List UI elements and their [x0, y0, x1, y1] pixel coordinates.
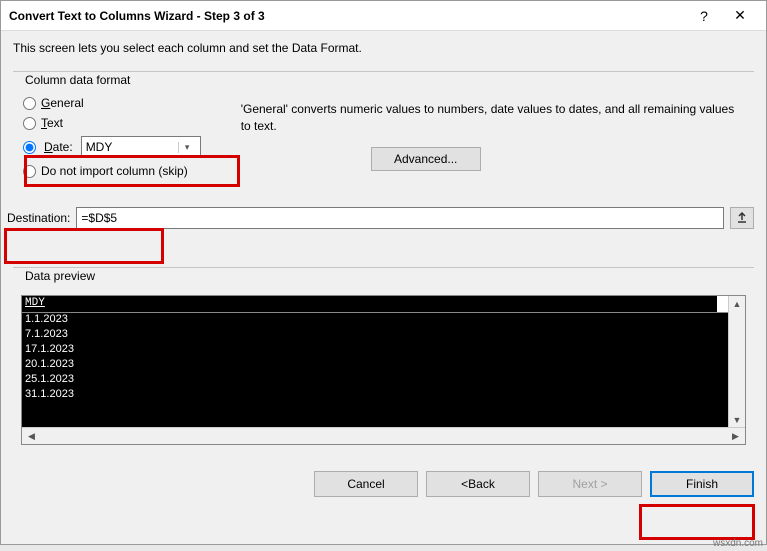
next-button: Next >: [538, 471, 642, 497]
format-legend: Column data format: [21, 73, 134, 87]
advanced-button[interactable]: Advanced...: [371, 147, 481, 171]
preview-row: 17.1.2023: [25, 343, 742, 358]
radio-skip-label: Do not import column (skip): [41, 164, 188, 178]
data-preview-section: Data preview MDY 1.1.2023 7.1.2023 17.1.…: [13, 259, 754, 453]
preview-column-header[interactable]: MDY: [22, 296, 717, 312]
preview-row: 31.1.2023: [25, 388, 742, 403]
radio-skip-input[interactable]: [23, 165, 36, 178]
preview-legend: Data preview: [21, 269, 99, 283]
column-format-fieldset: Column data format General Text Date:: [13, 63, 754, 189]
radio-text[interactable]: Text: [21, 113, 201, 133]
date-format-combo[interactable]: MDY ▾: [81, 136, 201, 158]
button-row: Cancel < Back Next > Finish: [13, 471, 754, 497]
radio-text-input[interactable]: [23, 117, 36, 130]
radio-general[interactable]: General: [21, 93, 201, 113]
format-description-column: 'General' converts numeric values to num…: [241, 89, 746, 181]
format-radio-group: General Text Date: MDY ▾: [21, 89, 201, 181]
titlebar: Convert Text to Columns Wizard - Step 3 …: [1, 1, 766, 31]
date-format-value: MDY: [86, 140, 113, 154]
scroll-down-icon[interactable]: ▼: [730, 412, 745, 427]
chevron-down-icon: ▾: [178, 142, 196, 153]
scroll-left-icon[interactable]: ◀: [24, 429, 39, 444]
collapse-icon: [736, 212, 748, 224]
dialog-title: Convert Text to Columns Wizard - Step 3 …: [9, 9, 686, 23]
preview-vertical-scrollbar[interactable]: ▲ ▼: [728, 296, 745, 427]
preview-row: 20.1.2023: [25, 358, 742, 373]
preview-row: 25.1.2023: [25, 373, 742, 388]
radio-date[interactable]: Date: MDY ▾: [21, 133, 201, 161]
radio-general-input[interactable]: [23, 97, 36, 110]
wizard-dialog: Convert Text to Columns Wizard - Step 3 …: [0, 0, 767, 545]
preview-box: MDY 1.1.2023 7.1.2023 17.1.2023 20.1.202…: [21, 295, 746, 445]
destination-label: Destination:: [7, 211, 70, 225]
dialog-body: This screen lets you select each column …: [1, 31, 766, 509]
destination-row: Destination:: [7, 207, 754, 229]
preview-row: 7.1.2023: [25, 328, 742, 343]
scroll-up-icon[interactable]: ▲: [730, 296, 745, 311]
back-button[interactable]: < Back: [426, 471, 530, 497]
radio-general-label: General: [41, 96, 84, 110]
preview-content: 1.1.2023 7.1.2023 17.1.2023 20.1.2023 25…: [22, 313, 745, 427]
instruction-text: This screen lets you select each column …: [13, 41, 754, 55]
format-description: 'General' converts numeric values to num…: [241, 101, 736, 135]
destination-input[interactable]: [76, 207, 724, 229]
radio-text-label: Text: [41, 116, 63, 130]
preview-row: 1.1.2023: [25, 313, 742, 328]
close-button[interactable]: ✕: [722, 2, 758, 30]
preview-header-row[interactable]: MDY: [22, 296, 745, 313]
help-button[interactable]: ?: [686, 2, 722, 30]
cancel-button[interactable]: Cancel: [314, 471, 418, 497]
scroll-right-icon[interactable]: ▶: [728, 429, 743, 444]
watermark: wsxdn.com: [713, 538, 763, 549]
radio-date-input[interactable]: [23, 141, 36, 154]
radio-date-label: Date:: [44, 140, 73, 154]
radio-skip[interactable]: Do not import column (skip): [21, 161, 201, 181]
collapse-dialog-button[interactable]: [730, 207, 754, 229]
finish-button[interactable]: Finish: [650, 471, 754, 497]
preview-horizontal-scrollbar[interactable]: ◀ ▶: [22, 427, 745, 444]
